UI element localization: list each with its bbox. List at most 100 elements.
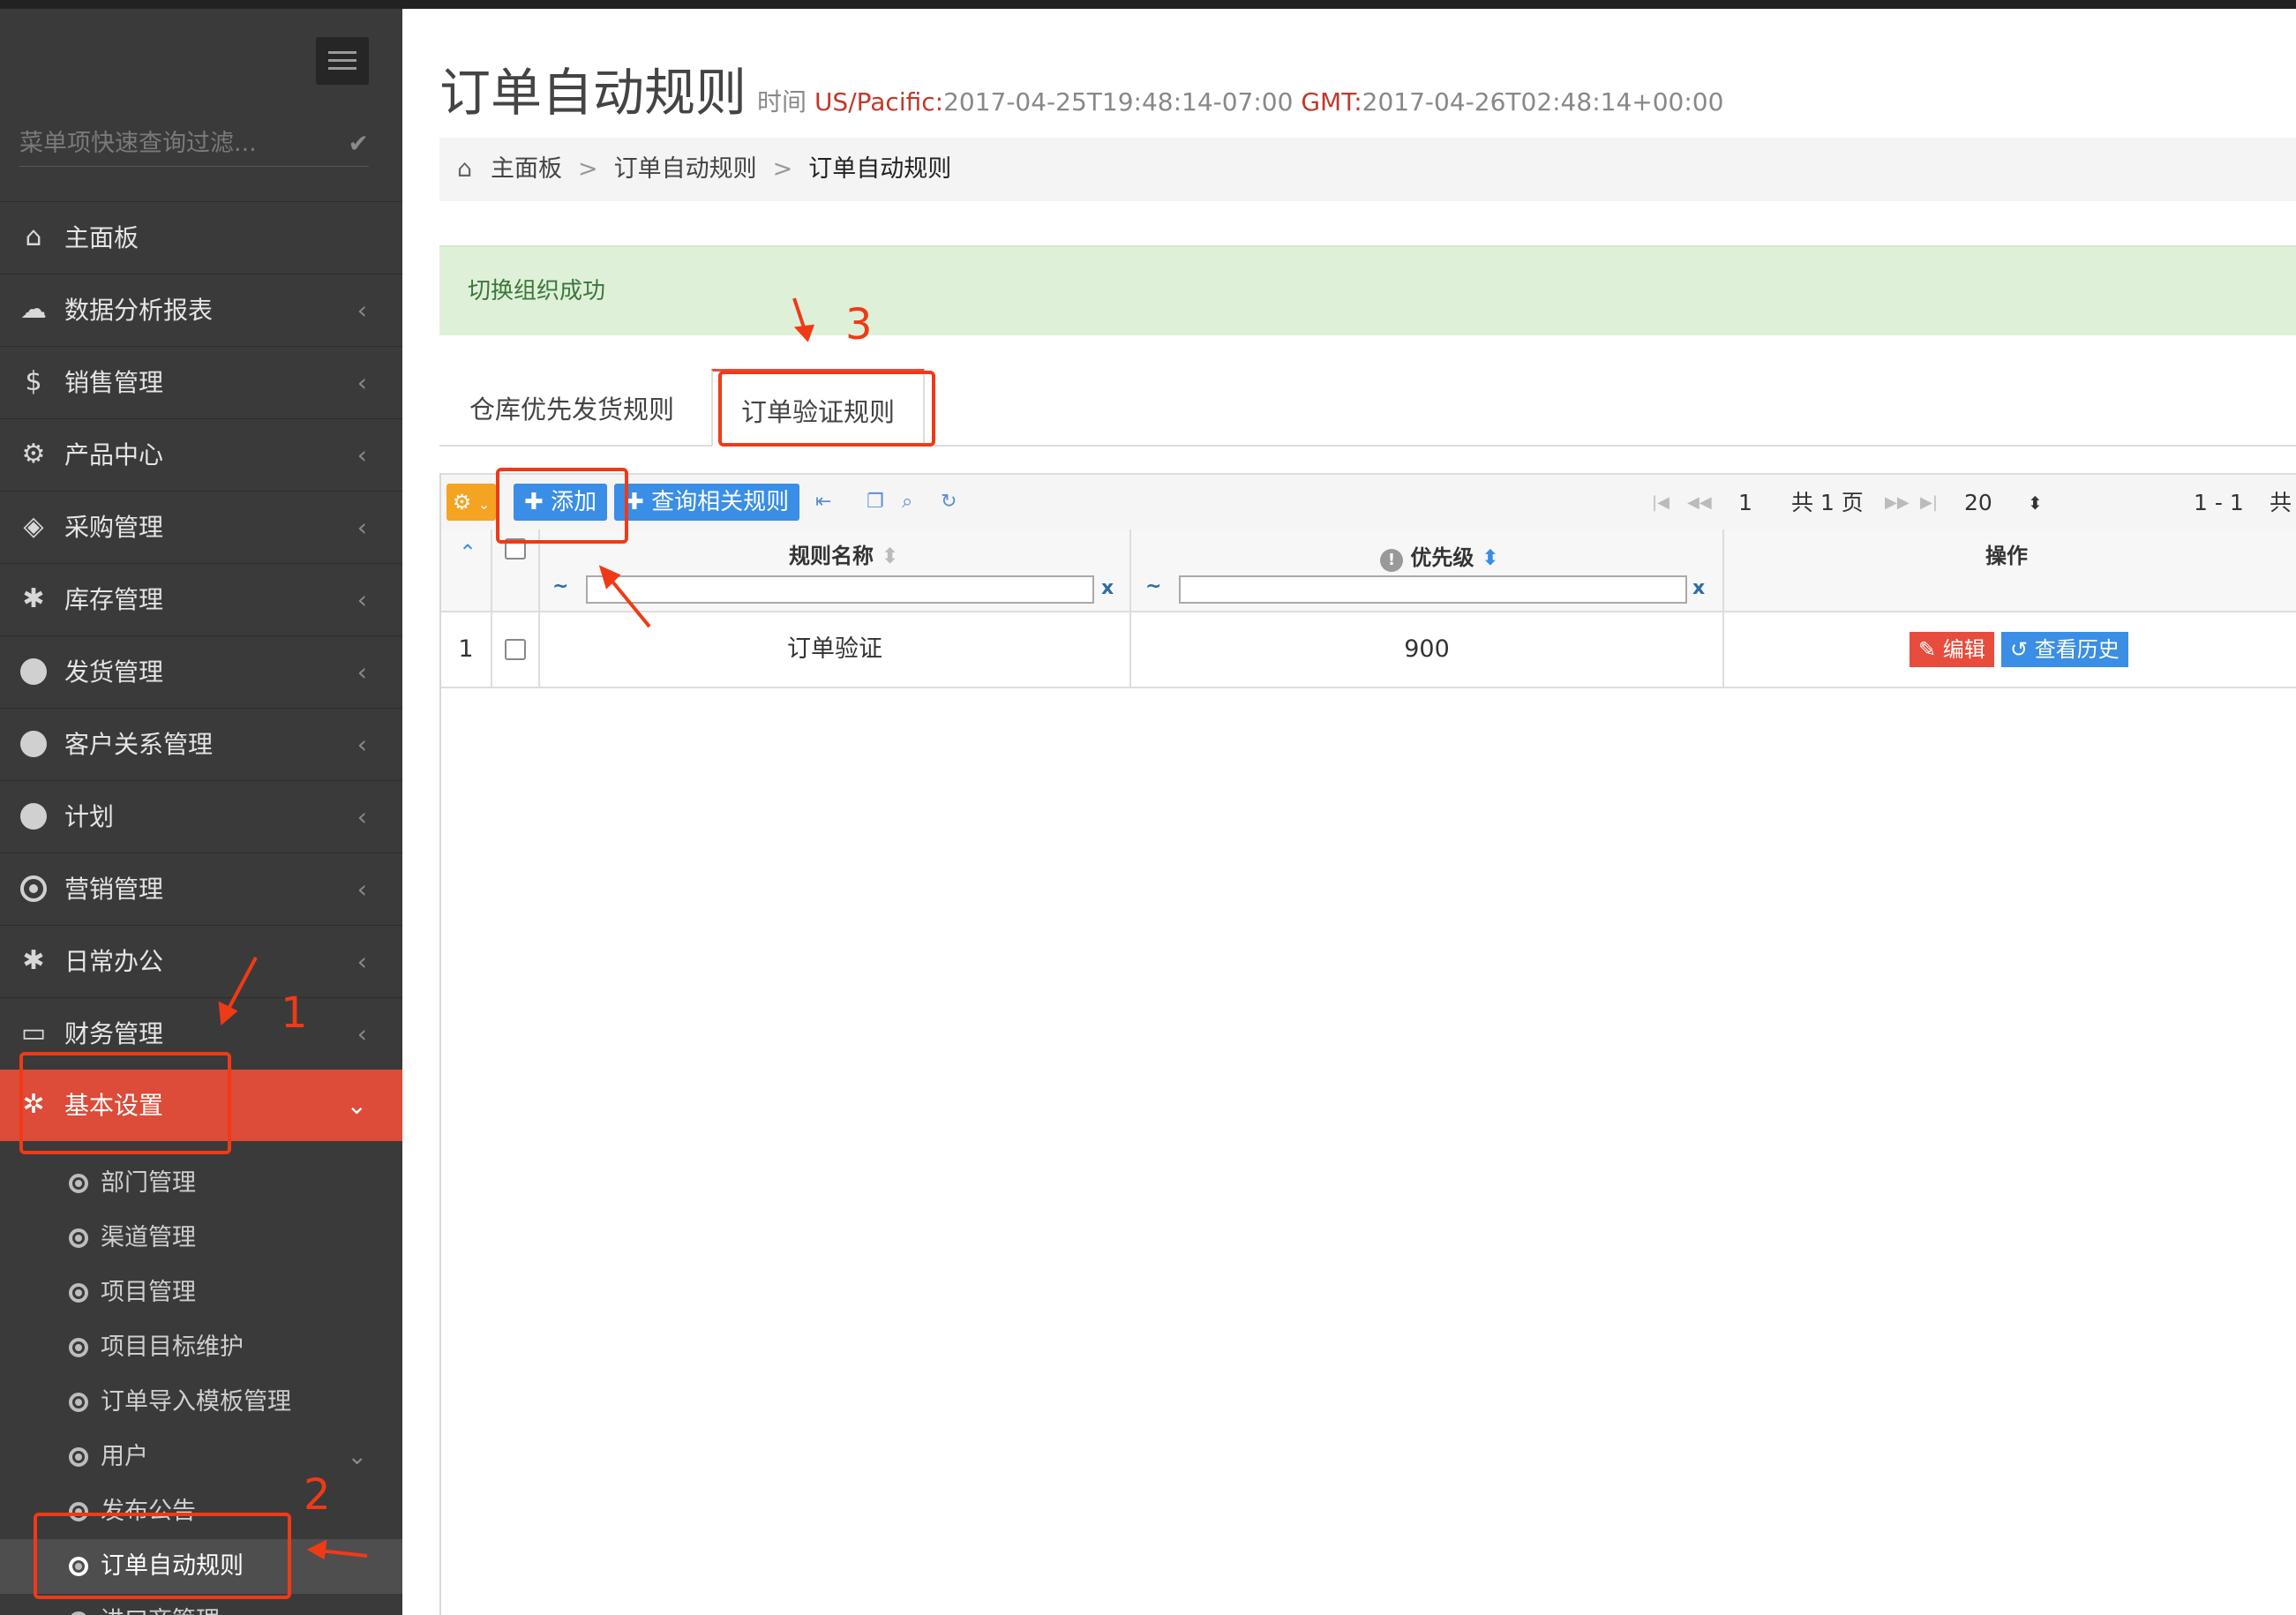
chevron-left-icon: ‹ <box>356 296 367 325</box>
gears-icon: ⚙ <box>21 439 46 469</box>
page-input[interactable]: 1 <box>1738 475 1752 531</box>
sidebar-item-products[interactable]: ⚙ 产品中心 ‹ <box>0 418 402 491</box>
view-history-button[interactable]: ↺ 查看历史 <box>2001 632 2128 667</box>
breadcrumb-item-current: 订单自动规则 <box>808 155 952 183</box>
info-icon: ! <box>1380 549 1403 572</box>
sort-desc-icon: ⬍ <box>1481 545 1499 570</box>
filter-input-priority[interactable] <box>1179 575 1687 604</box>
sidebar-item-reports[interactable]: ☁ 数据分析报表 ‹ <box>0 274 402 346</box>
edit-icon: ✎ <box>1918 637 1937 662</box>
clear-filter-name[interactable]: x <box>1101 577 1114 599</box>
dot-circle-icon <box>69 1228 88 1248</box>
chevron-left-icon: ‹ <box>356 657 367 687</box>
dot-circle-icon <box>69 1283 88 1303</box>
dot-circle-icon <box>69 1174 88 1193</box>
copy-icon[interactable]: ❐ <box>867 487 884 517</box>
page-total: 共 1 页 <box>1791 490 1864 515</box>
breadcrumb-item-rules[interactable]: 订单自动规则 <box>614 155 757 183</box>
cell-rule-name: 订单验证 <box>787 635 882 663</box>
breadcrumb-item-dashboard[interactable]: 主面板 <box>491 155 562 183</box>
select-arrows-icon[interactable]: ⬍ <box>2028 475 2043 531</box>
sidebar-subitem-project-targets[interactable]: 项目目标维护 <box>0 1320 402 1375</box>
dot-circle-icon <box>69 1447 88 1467</box>
sidebar-item-office[interactable]: ✱ 日常办公 ‹ <box>0 925 402 997</box>
caret-down-icon: ⌄ <box>477 496 491 513</box>
top-bar <box>0 0 2296 9</box>
hamburger-icon <box>328 51 356 54</box>
chevron-left-icon: ‹ <box>356 440 367 469</box>
sidebar: 菜单项快速查询过滤... ✔ ⌂ 主面板 ☁ 数据分析报表 ‹ $ 销售管理 ‹… <box>0 9 402 1615</box>
circle-icon <box>18 728 49 760</box>
chevron-left-icon: ‹ <box>356 947 367 976</box>
prev-page-icon[interactable]: ◀◀ <box>1687 475 1712 531</box>
column-header-actions: 操作 <box>1985 544 2028 568</box>
sort-icon: ⬍ <box>881 544 899 568</box>
grid-toolbar: ⚙ ⌄ ✚ 添加 ✚ 查询相关规则 ⇤ ❐ ⌕ ↻ |◀ ◀◀ 1 共 1 页 … <box>441 473 2296 533</box>
sidebar-toggle-button[interactable] <box>316 37 369 85</box>
record-range: 1 - 1 <box>2194 490 2244 515</box>
success-alert: 切换组织成功 <box>439 245 2296 335</box>
page-title: 订单自动规则 时间 US/Pacific:2017-04-25T19:48:14-… <box>439 63 1724 123</box>
record-total: 共 <box>2270 490 2292 515</box>
annotation-number-3: 3 <box>845 300 873 349</box>
chevron-left-icon: ‹ <box>356 585 367 614</box>
sidebar-item-plan[interactable]: 计划 ‹ <box>0 780 402 853</box>
sidebar-item-shipping[interactable]: 发货管理 ‹ <box>0 635 402 708</box>
circle-icon <box>18 800 49 832</box>
column-header-priority[interactable]: ! 优先级 ⬍ <box>1380 540 1499 572</box>
collapse-icon[interactable]: ⌃ <box>459 540 476 565</box>
annotation-number-2: 2 <box>304 1470 331 1520</box>
rules-grid: ⚙ ⌄ ✚ 添加 ✚ 查询相关规则 ⇤ ❐ ⌕ ↻ |◀ ◀◀ 1 共 1 页 … <box>439 473 2296 1615</box>
settings-dropdown-button[interactable]: ⚙ ⌄ <box>446 484 496 521</box>
home-icon: ⌂ <box>457 155 473 183</box>
search-icon[interactable]: ⌕ <box>902 487 912 517</box>
tab-warehouse-priority[interactable]: 仓库优先发货规则 <box>441 369 702 445</box>
check-icon[interactable]: ✔ <box>349 122 369 166</box>
last-page-icon[interactable]: ▶| <box>1920 475 1938 531</box>
gear-icon: ⚙ <box>452 490 472 515</box>
annotation-box-validation-tab <box>718 371 935 447</box>
sidebar-item-dashboard[interactable]: ⌂ 主面板 <box>0 201 402 274</box>
dot-circle-icon <box>69 1338 88 1357</box>
filter-operator-name[interactable]: ~ <box>552 575 568 597</box>
chevron-left-icon: ‹ <box>356 368 367 397</box>
first-page-icon[interactable]: |◀ <box>1652 475 1669 531</box>
edit-button[interactable]: ✎ 编辑 <box>1910 632 1994 667</box>
query-rules-button[interactable]: ✚ 查询相关规则 <box>614 484 800 521</box>
sidebar-subitem-projects[interactable]: 项目管理 <box>0 1266 402 1320</box>
chevron-left-icon: ‹ <box>356 802 367 831</box>
cell-priority: 900 <box>1404 635 1450 663</box>
row-checkbox[interactable] <box>505 639 526 660</box>
table-row[interactable]: 1 订单验证 900 ✎ 编辑 ↺ 查看历史 <box>441 612 2296 688</box>
sidebar-subitem-channels[interactable]: 渠道管理 <box>0 1211 402 1266</box>
history-icon: ↺ <box>2010 637 2029 662</box>
sidebar-item-inventory[interactable]: ✱ 库存管理 ‹ <box>0 563 402 635</box>
next-page-icon[interactable]: ▶▶ <box>1885 475 1910 531</box>
cube-icon: ◈ <box>23 511 44 542</box>
sidebar-subitem-import-templates[interactable]: 订单导入模板管理 <box>0 1375 402 1430</box>
sidebar-item-sales[interactable]: $ 销售管理 ‹ <box>0 346 402 418</box>
filter-operator-priority[interactable]: ~ <box>1145 575 1161 597</box>
sidebar-item-marketing[interactable]: 营销管理 ‹ <box>0 853 402 925</box>
chevron-left-icon: ‹ <box>356 1019 367 1048</box>
sidebar-subitem-departments[interactable]: 部门管理 <box>0 1156 402 1211</box>
first-column-icon[interactable]: ⇤ <box>815 487 831 517</box>
dot-circle-icon <box>69 1611 88 1615</box>
sidebar-item-crm[interactable]: 客户关系管理 ‹ <box>0 708 402 780</box>
chevron-left-icon: ‹ <box>356 730 367 759</box>
page-size-select[interactable]: 20 <box>1964 475 1992 531</box>
column-header-rule-name[interactable]: 规则名称 ⬍ <box>789 538 898 569</box>
sidebar-subitem-users[interactable]: 用户 ⌄ <box>0 1430 402 1484</box>
android-icon: ✱ <box>22 945 45 976</box>
dollar-icon: $ <box>25 366 42 397</box>
chevron-down-icon: ⌄ <box>347 1443 367 1470</box>
menu-filter-input[interactable]: 菜单项快速查询过滤... ✔ <box>19 122 369 167</box>
annotation-box-add-button <box>496 468 628 544</box>
dot-circle-icon <box>69 1393 88 1412</box>
filter-input-rule-name[interactable] <box>586 575 1094 604</box>
clear-filter-priority[interactable]: x <box>1692 577 1705 599</box>
refresh-icon[interactable]: ↻ <box>941 487 957 517</box>
android-icon: ✱ <box>22 583 45 614</box>
sidebar-item-purchasing[interactable]: ◈ 采购管理 ‹ <box>0 491 402 563</box>
chevron-down-icon: ⌄ <box>346 1091 367 1120</box>
